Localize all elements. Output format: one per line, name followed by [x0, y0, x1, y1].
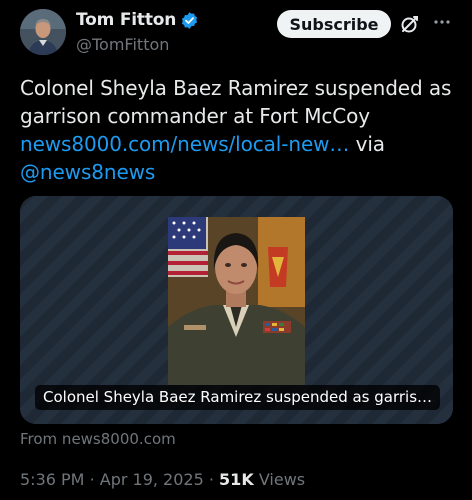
author-avatar[interactable]	[20, 9, 66, 55]
card-image	[168, 217, 305, 385]
mention-link[interactable]: @news8news	[20, 160, 155, 184]
grok-icon[interactable]	[399, 13, 421, 35]
author-handle[interactable]: @TomFitton	[76, 35, 169, 54]
card-caption: Colonel Sheyla Baez Ramirez suspended as…	[35, 385, 441, 410]
more-options-icon[interactable]	[432, 12, 452, 32]
avatar-image	[20, 9, 66, 55]
views-count: 51K	[219, 470, 254, 489]
author-display-name[interactable]: Tom Fitton	[76, 10, 176, 30]
article-link[interactable]: news8000.com/news/local-new…	[20, 132, 349, 156]
tweet-time[interactable]: 5:36 PM	[20, 470, 84, 489]
tweet-body: Colonel Sheyla Baez Ramirez suspended as…	[20, 74, 460, 186]
via-text: via	[355, 132, 385, 156]
views-label: Views	[258, 470, 306, 489]
link-preview-card[interactable]: Colonel Sheyla Baez Ramirez suspended as…	[20, 196, 453, 424]
tweet-date[interactable]: Apr 19, 2025	[100, 470, 204, 489]
meta-separator-2: ·	[208, 470, 214, 489]
tweet-text: Colonel Sheyla Baez Ramirez suspended as…	[20, 76, 452, 128]
verified-badge-icon[interactable]	[180, 11, 199, 30]
author-name-row: Tom Fitton	[76, 10, 199, 30]
card-source[interactable]: From news8000.com	[20, 430, 176, 448]
tweet-header: Tom Fitton @TomFitton Subscribe	[0, 0, 472, 70]
subscribe-button[interactable]: Subscribe	[277, 10, 391, 38]
tweet-meta: 5:36 PM · Apr 19, 2025 · 51K Views	[20, 470, 305, 489]
meta-separator: ·	[89, 470, 95, 489]
